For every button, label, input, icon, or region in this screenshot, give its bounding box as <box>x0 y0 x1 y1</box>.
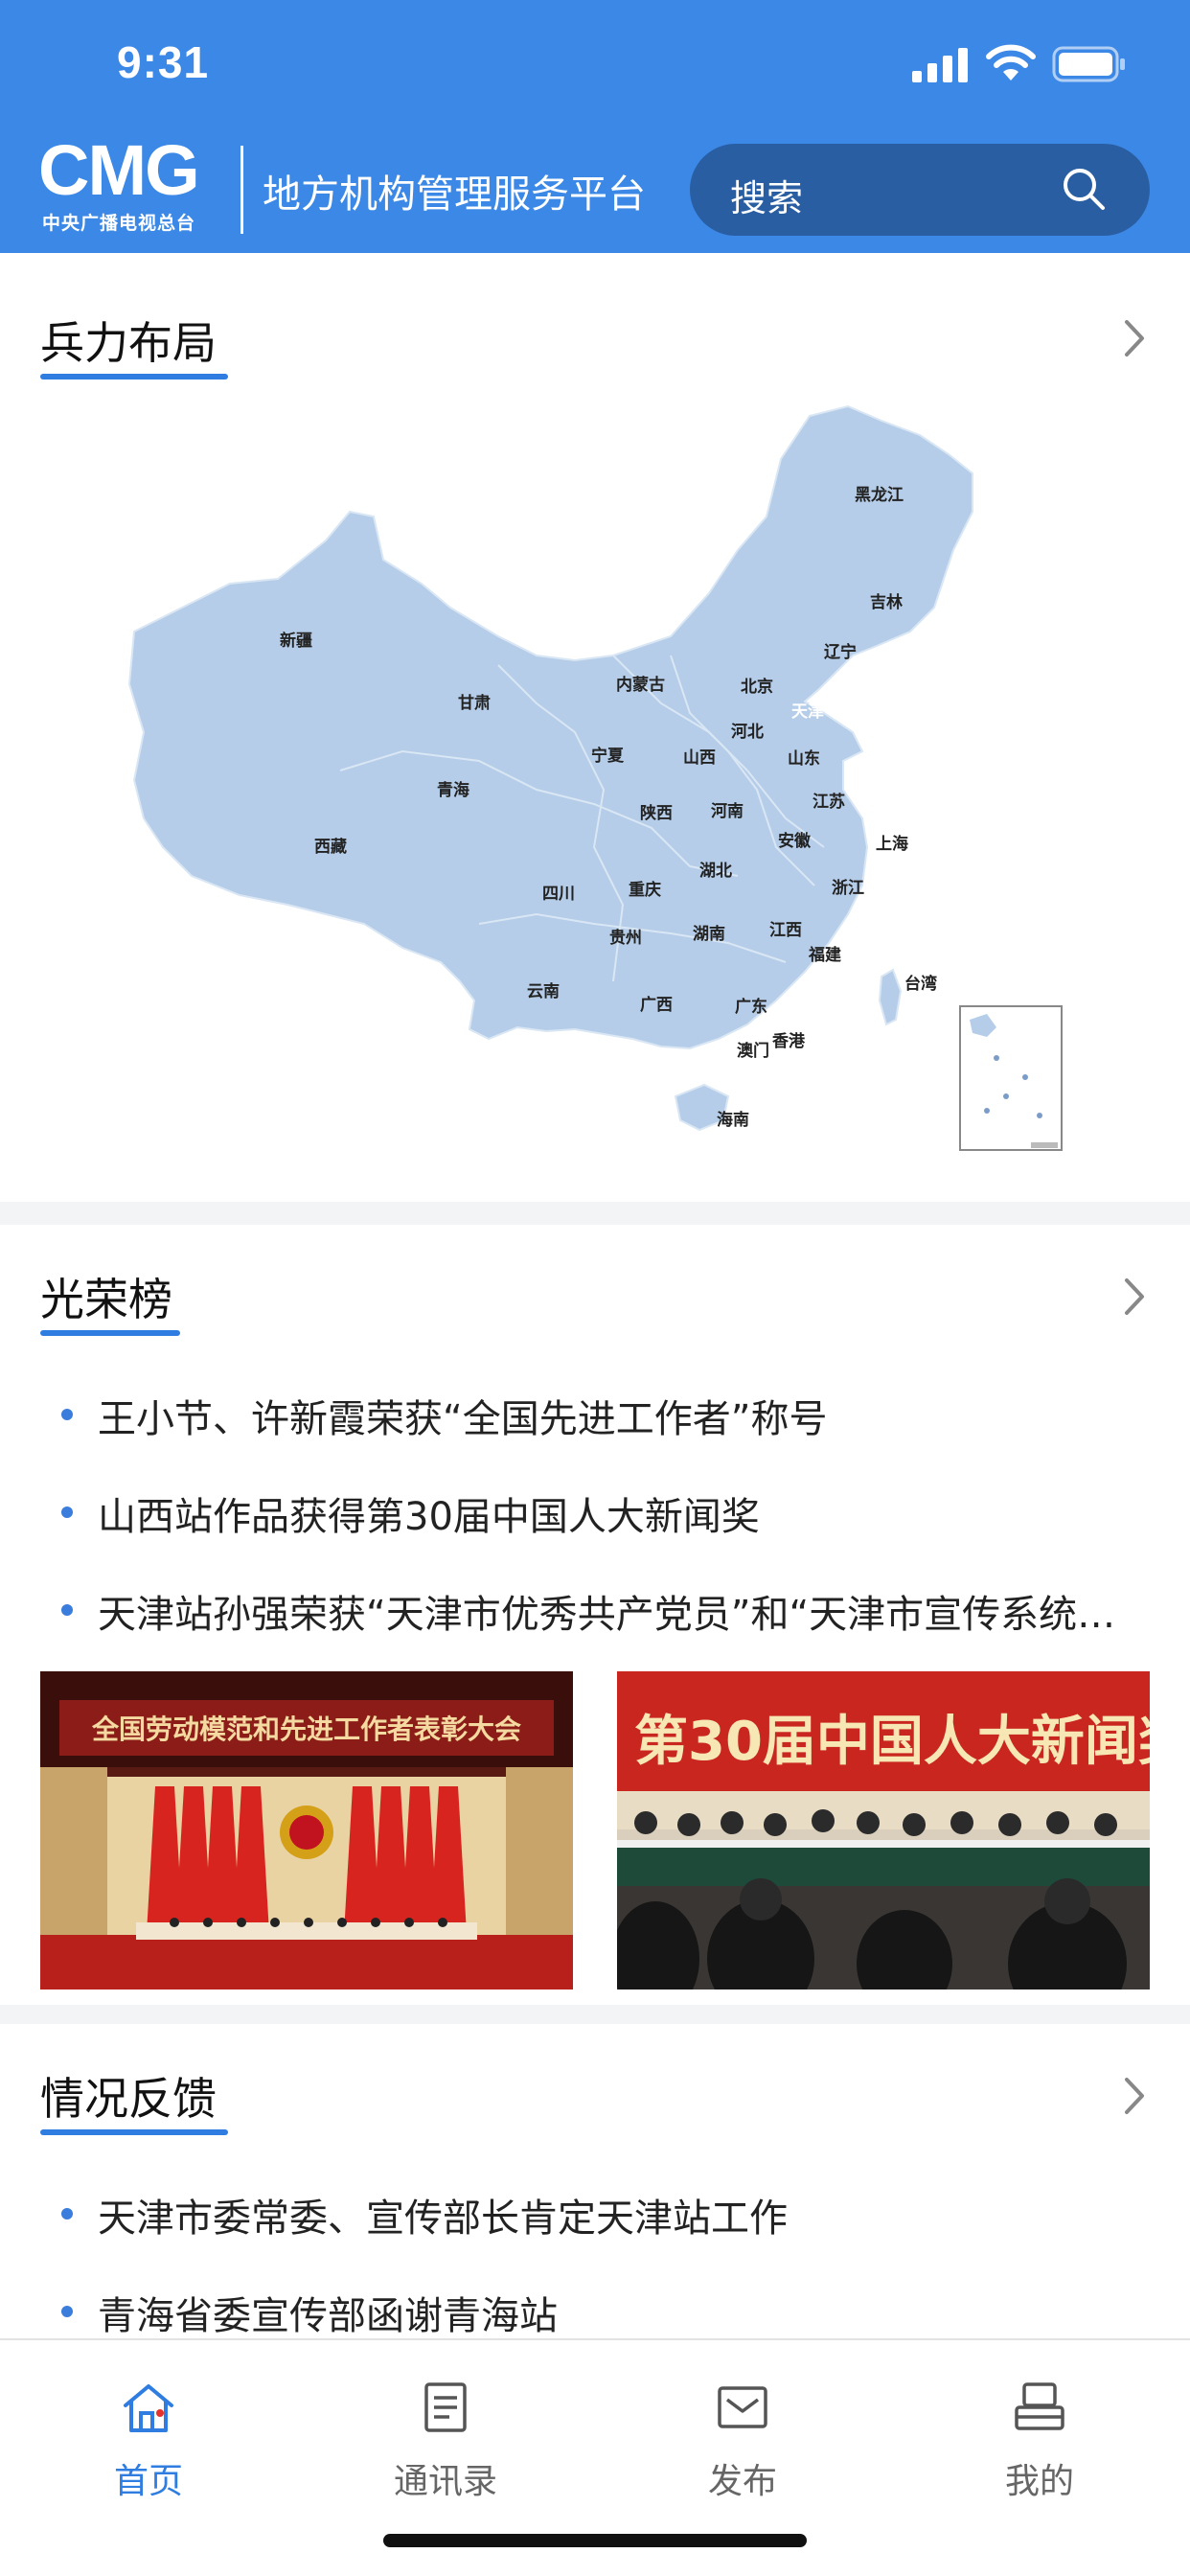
map-label: 黑龙江 <box>855 485 904 505</box>
map-label: 安徽 <box>778 831 812 851</box>
map-label: 辽宁 <box>824 642 857 662</box>
chevron-right-icon[interactable] <box>1117 1273 1152 1321</box>
bullet-dot <box>61 2208 73 2220</box>
app-header: 9:31 CMG 中央广播电视总台 地方机构管理服务平台 搜索 <box>0 0 1190 253</box>
platform-title: 地方机构管理服务平台 <box>263 172 646 217</box>
search-placeholder: 搜索 <box>730 177 804 219</box>
home-indicator[interactable] <box>383 2534 807 2547</box>
signal-icon <box>912 48 968 82</box>
map-label: 重庆 <box>629 880 661 900</box>
deployment-section: 兵力布局 黑龙江 吉林 辽宁 新疆 甘肃 内蒙古 北京 天津 河北 宁夏 山西 … <box>0 253 1190 1202</box>
profile-icon <box>1015 2382 1064 2430</box>
map-label: 台湾 <box>904 974 937 994</box>
map-label: 香港 <box>772 1031 806 1051</box>
map-label: 福建 <box>808 945 841 965</box>
logo-subtitle: 中央广播电视总台 <box>42 213 196 234</box>
news-title: 青海省委宣传部函谢青海站 <box>98 2294 558 2338</box>
search-input[interactable]: 搜索 <box>690 144 1150 236</box>
china-map[interactable]: 黑龙江 吉林 辽宁 新疆 甘肃 内蒙古 北京 天津 河北 宁夏 山西 山东 青海… <box>0 253 1190 1202</box>
section-title-feedback: 情况反馈 <box>40 2073 217 2125</box>
map-label: 山东 <box>788 748 820 769</box>
bullet-dot <box>61 1604 73 1616</box>
tab-label: 首页 <box>113 2462 183 2501</box>
home-icon <box>124 2384 173 2432</box>
logo-divider <box>240 146 243 234</box>
bullet-dot <box>61 1409 73 1420</box>
news-title: 王小节、许新霞荣获“全国先进工作者”称号 <box>98 1397 828 1441</box>
tab-publish[interactable]: 发布 <box>594 2340 891 2522</box>
tab-label: 我的 <box>1004 2462 1074 2501</box>
feedback-section: 情况反馈 天津市委常委、宣传部长肯定天津站工作 青海省委宣传部函谢青海站 <box>0 2024 1190 2338</box>
search-icon[interactable] <box>1060 165 1108 213</box>
map-label: 广东 <box>735 997 767 1017</box>
tab-label: 发布 <box>707 2462 777 2501</box>
map-label: 云南 <box>527 981 560 1001</box>
map-label: 江苏 <box>812 792 845 812</box>
map-label: 广西 <box>640 995 673 1015</box>
map-label: 内蒙古 <box>616 675 665 695</box>
map-label: 西藏 <box>314 838 347 857</box>
map-label: 青海 <box>437 780 469 800</box>
map-label: 贵州 <box>609 928 642 948</box>
news-title: 天津市委常委、宣传部长肯定天津站工作 <box>98 2196 788 2241</box>
section-title-underline <box>40 2129 228 2135</box>
wifi-icon <box>986 44 1036 80</box>
status-time: 9:31 <box>117 37 210 87</box>
photo-banner-text: 全国劳动模范和先进工作者表彰大会 <box>91 1714 521 1745</box>
section-title-underline <box>40 1330 180 1336</box>
logo-text: CMG <box>38 130 200 210</box>
news-photo-awards-ceremony[interactable]: 全国劳动模范和先进工作者表彰大会 <box>40 1671 573 1990</box>
map-label: 吉林 <box>870 592 903 612</box>
photo-banner-text: 第30届中国人大新闻奖评选 <box>634 1711 1150 1773</box>
news-title: 天津站孙强荣获“天津市优秀共产党员”和“天津市宣传系统先进个人”称号 <box>98 1593 1152 1637</box>
map-label: 天津 <box>791 702 824 722</box>
map-shape <box>127 404 973 1132</box>
publish-icon <box>718 2386 767 2428</box>
cmg-logo[interactable]: CMG 中央广播电视总台 <box>38 132 230 240</box>
map-label: 河北 <box>731 723 764 742</box>
chevron-right-icon[interactable] <box>1117 2072 1152 2120</box>
map-label: 浙江 <box>832 878 864 898</box>
map-label: 新疆 <box>280 631 312 651</box>
map-label: 上海 <box>876 834 908 854</box>
map-label: 河南 <box>711 801 744 821</box>
section-title-honors: 光荣榜 <box>40 1274 172 1325</box>
map-label: 澳门 <box>737 1041 769 1061</box>
map-label: 海南 <box>717 1110 749 1130</box>
battery-icon <box>1052 46 1125 82</box>
news-title: 山西站作品获得第30届中国人大新闻奖 <box>98 1495 760 1539</box>
map-label: 宁夏 <box>591 746 625 766</box>
honors-section: 光荣榜 王小节、许新霞荣获“全国先进工作者”称号 山西站作品获得第30届中国人大… <box>0 1225 1190 2005</box>
status-bar: 9:31 <box>0 0 1190 130</box>
map-label: 湖北 <box>699 862 732 881</box>
tab-home[interactable]: 首页 <box>0 2340 297 2522</box>
bullet-dot <box>61 1506 73 1518</box>
map-label: 江西 <box>769 921 802 940</box>
map-label: 湖南 <box>693 924 725 944</box>
map-label: 山西 <box>683 748 716 768</box>
news-photo-npc-news-award[interactable]: 第30届中国人大新闻奖评选 <box>617 1671 1150 1990</box>
tab-profile[interactable]: 我的 <box>891 2340 1188 2522</box>
contacts-icon <box>424 2382 467 2432</box>
south-sea-inset <box>959 1005 1063 1151</box>
map-label: 四川 <box>542 885 575 904</box>
tab-label: 通讯录 <box>393 2462 497 2501</box>
tab-contacts[interactable]: 通讯录 <box>297 2340 594 2522</box>
map-label: 甘肃 <box>458 693 491 713</box>
map-label: 北京 <box>741 677 773 697</box>
map-label: 陕西 <box>640 803 673 823</box>
bullet-dot <box>61 2306 73 2317</box>
